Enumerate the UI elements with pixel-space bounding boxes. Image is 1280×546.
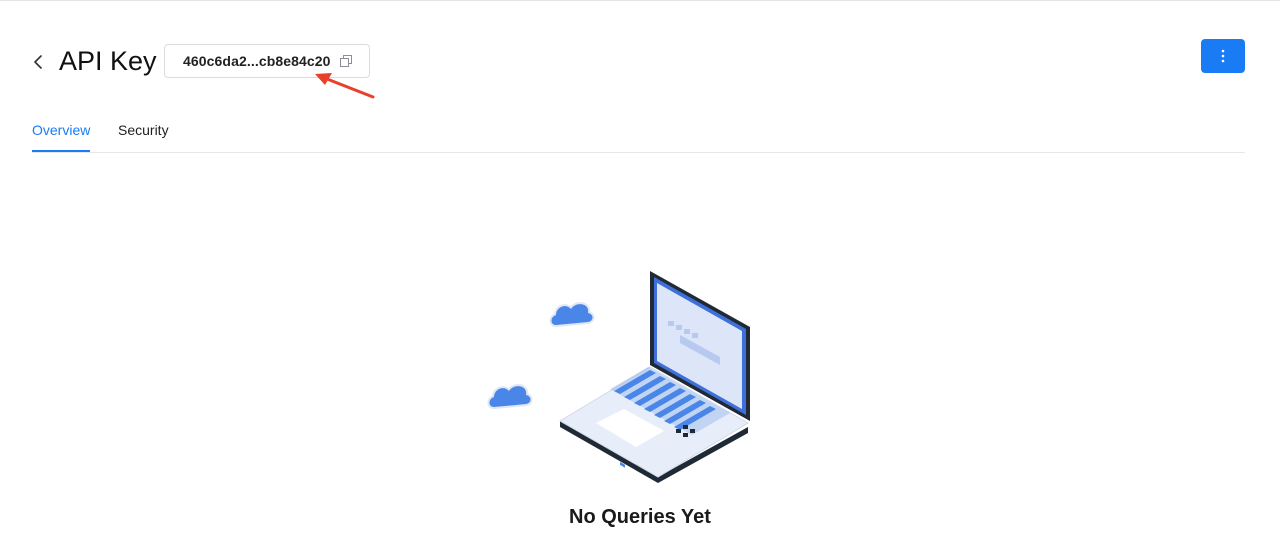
empty-state-title: No Queries Yet xyxy=(569,506,711,528)
more-options-button[interactable] xyxy=(1201,39,1245,73)
tab-bar: Overview Security xyxy=(32,109,1245,153)
more-vertical-icon xyxy=(1221,49,1225,63)
api-key-value: 460c6da2...cb8e84c20 xyxy=(183,53,331,69)
back-button[interactable] xyxy=(28,51,48,73)
page-title: API Key xyxy=(59,46,157,76)
cloud-icon xyxy=(549,302,595,328)
active-tab-indicator xyxy=(32,150,90,152)
api-key-page: API Key 460c6da2...cb8e84c20 Overview Se… xyxy=(0,0,1280,546)
empty-laptop-illustration xyxy=(487,271,750,483)
tab-security[interactable]: Security xyxy=(118,121,169,139)
chevron-left-icon xyxy=(34,55,42,69)
annotation-arrow xyxy=(315,73,375,99)
cloud-icon xyxy=(487,384,533,410)
tab-overview[interactable]: Overview xyxy=(32,121,90,139)
